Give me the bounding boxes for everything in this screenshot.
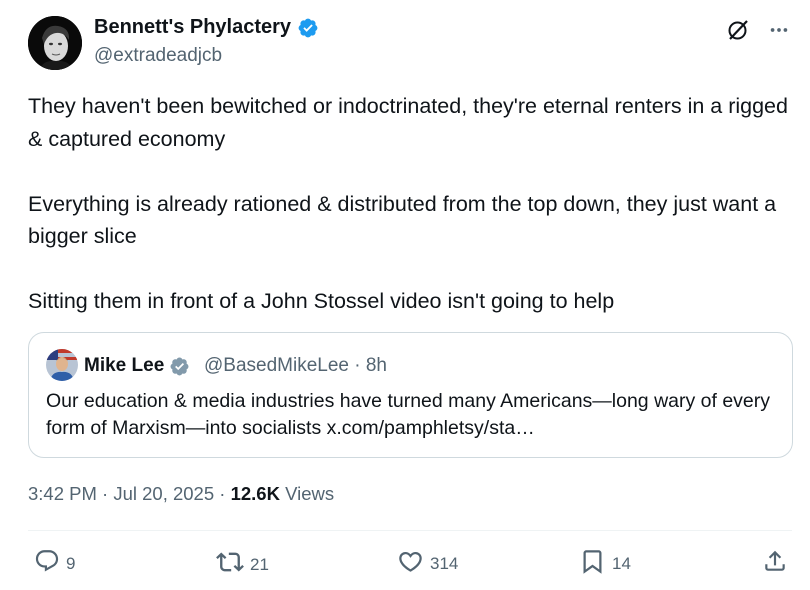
author-avatar[interactable] <box>28 16 82 70</box>
heart-icon <box>397 548 424 580</box>
tweet-paragraph: Everything is already rationed & distrib… <box>28 191 777 249</box>
quoted-tweet[interactable]: Mike Lee @BasedMikeLee · 8h Our educatio… <box>28 332 793 458</box>
tweet-timestamp[interactable]: 3:42 PM · Jul 20, 2025 · <box>28 483 231 504</box>
quote-author-name-text: Mike Lee <box>84 355 165 376</box>
author-name[interactable]: Bennett's Phylactery <box>94 16 319 39</box>
reply-count: 9 <box>66 553 76 573</box>
government-badge-icon <box>169 356 190 377</box>
reply-button[interactable]: 9 <box>34 548 75 579</box>
action-bar: 9 21 314 14 <box>34 548 788 580</box>
divider <box>28 530 792 531</box>
reply-icon <box>34 548 60 579</box>
bookmark-icon <box>579 548 606 580</box>
quote-author-avatar[interactable] <box>46 349 78 381</box>
repost-icon <box>216 548 244 581</box>
repost-button[interactable]: 21 <box>216 548 269 581</box>
like-count: 314 <box>430 554 459 573</box>
verified-badge-icon <box>297 17 319 39</box>
grok-icon[interactable] <box>726 18 750 42</box>
author-name-text: Bennett's Phylactery <box>94 16 292 38</box>
share-icon <box>762 548 788 579</box>
views-label: Views <box>279 483 335 504</box>
tweet-paragraph: Sitting them in front of a John Stossel … <box>28 289 615 313</box>
like-button[interactable]: 314 <box>397 548 458 580</box>
quote-text: Our education & media industries have tu… <box>46 390 771 439</box>
quote-author-handle[interactable]: @BasedMikeLee · 8h <box>204 355 387 377</box>
share-button[interactable] <box>762 548 788 579</box>
bookmark-button[interactable]: 14 <box>579 548 631 580</box>
quote-author-name[interactable]: Mike Lee <box>84 355 190 377</box>
top-right-icons <box>726 18 790 42</box>
more-icon[interactable] <box>768 19 790 41</box>
tweet-paragraph: They haven't been bewitched or indoctrin… <box>28 94 788 151</box>
tweet-meta: 3:42 PM · Jul 20, 2025 · 12.6K Views <box>28 483 334 505</box>
tweet-text: They haven't been bewitched or indoctrin… <box>28 90 798 318</box>
author-handle[interactable]: @extradeadjcb <box>94 45 222 67</box>
views-count[interactable]: 12.6K <box>231 483 280 504</box>
repost-count: 21 <box>250 554 269 574</box>
bookmark-count: 14 <box>612 554 631 573</box>
